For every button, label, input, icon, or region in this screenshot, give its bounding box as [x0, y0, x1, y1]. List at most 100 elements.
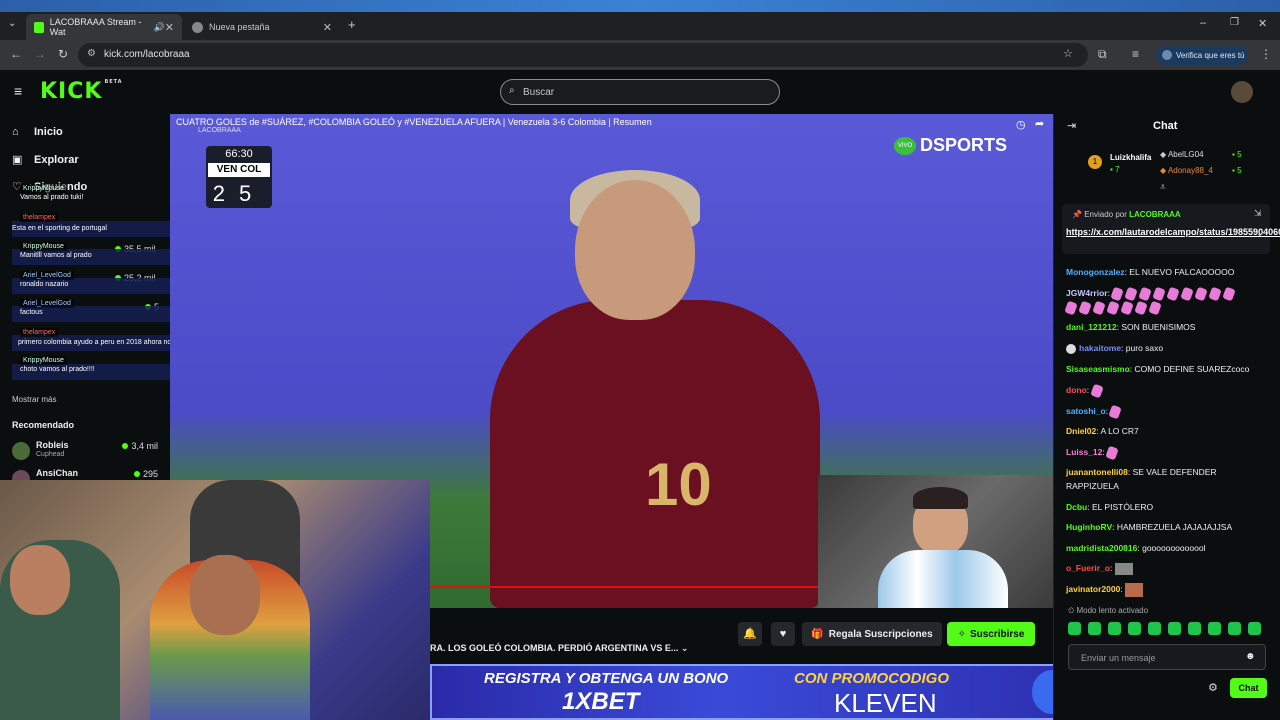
unpin-icon[interactable]: ⇲ — [1254, 208, 1262, 219]
webcam-right — [818, 475, 1053, 608]
pinned-message[interactable]: 📌 Enviado por LACOBRAAA https://x.com/la… — [1062, 204, 1280, 254]
overlay-chat-message: KrippyMouse Vamos al prado tuki! — [20, 184, 84, 201]
chat-message: Sisaseasmismo: COMO DEFINE SUAREZcoco — [1066, 364, 1250, 374]
tab-lacobraaa[interactable]: LACOBRAAA Stream - Wat 🔊 ✕ — [26, 14, 182, 40]
forward-icon[interactable]: → — [34, 47, 46, 61]
sidebar: ⌂Inicio ▣Explorar ♡Siguiendo 35,5 mil 25… — [0, 114, 170, 488]
close-tab-icon[interactable]: ✕ — [323, 21, 332, 34]
share-icon[interactable]: ➦ — [1035, 117, 1044, 130]
sidebar-item-inicio[interactable]: ⌂ Inicio — [12, 126, 63, 138]
chat-message: satoshi_o: — [1066, 404, 1271, 420]
channel-game: Cuphead — [36, 451, 65, 458]
kick-logo[interactable]: KICK BETA — [40, 79, 123, 104]
subscribe-label: Suscribirse — [969, 628, 1025, 640]
address-bar-row: ← → ↻ ⚙ kick.com/lacobraaa ☆ ⧉ ≡ Verific… — [0, 40, 1280, 70]
chevron-down-icon[interactable]: ⌄ — [681, 643, 689, 653]
chat-message: HuginhoRV: HAMBREZUELA JAJAJAJJSA — [1066, 522, 1233, 532]
avatar — [12, 442, 30, 460]
emoji-icon[interactable]: ☻ — [1245, 651, 1256, 662]
overlay-chat-message: thelampex — [20, 328, 59, 338]
chat-message: madridista200816: gooooooooooool — [1066, 543, 1206, 553]
beta-badge: BETA — [104, 79, 123, 85]
gift-subs-button[interactable]: 🎁 Regala Suscripciones — [802, 622, 942, 646]
compass-icon: ▣ — [12, 154, 23, 166]
chat-message: dani_121212: SON BUENISIMOS — [1066, 322, 1196, 332]
browser-menu-icon[interactable]: ⋮ — [1260, 47, 1272, 61]
chat-message: Luiss_12: — [1066, 445, 1271, 461]
home-icon: ⌂ — [12, 126, 19, 138]
gift-label: Regala Suscripciones — [828, 628, 933, 640]
banner-code: KLEVEN — [834, 688, 937, 718]
show-more-link[interactable]: Mostrar más — [12, 395, 56, 404]
recommended-heading: Recomendado — [12, 420, 75, 430]
maximize-button[interactable]: ❐ — [1230, 17, 1239, 28]
chat-message: o_Fuerir_o: — [1066, 561, 1271, 575]
tab-list-icon[interactable]: ⌄ — [8, 18, 16, 29]
bookmark-star-icon[interactable]: ☆ — [1063, 47, 1073, 60]
chat-title: Chat — [1153, 120, 1178, 132]
overlay-chat-message: thelampex — [20, 213, 59, 223]
extensions-icon[interactable]: ⧉ — [1098, 47, 1107, 62]
new-tab-button[interactable]: + — [348, 17, 356, 32]
sidebar-item-explorar[interactable]: ▣ Explorar — [12, 153, 79, 167]
match-time: 66:30 — [225, 148, 253, 160]
close-window-button[interactable]: ✕ — [1258, 17, 1267, 30]
back-icon[interactable]: ← — [10, 47, 22, 61]
leaderboard-third: ◆ Adonay88_4 ▪ 5 — [1160, 166, 1242, 175]
chat-message-input[interactable]: Enviar un mensaje ☻ — [1068, 644, 1266, 670]
video-title: CUATRO GOLES de #SUÁREZ, #COLOMBIA GOLEÓ… — [176, 117, 652, 134]
video-channel: LACOBRAAA — [198, 127, 241, 134]
url-text: kick.com/lacobraaa — [104, 49, 190, 60]
viewer-count: 295 — [133, 469, 158, 479]
nav-label: Inicio — [34, 126, 63, 138]
minimize-button[interactable]: – — [1200, 17, 1206, 29]
video-progress-line — [430, 586, 818, 588]
chat-settings-gear-icon[interactable]: ⚙ — [1208, 681, 1218, 694]
site-info-icon[interactable]: ⚙ — [87, 48, 96, 59]
promo-banner: REGISTRA Y OBTENGA UN BONO 1XBET CON PRO… — [430, 664, 1152, 720]
channel-name: AnsiChan — [36, 468, 79, 478]
send-chat-button[interactable]: Chat — [1230, 678, 1267, 698]
chevron-down-icon[interactable]: ⌄ — [1256, 228, 1264, 239]
overlay-chat-message: Ariel_LevelGod factous — [20, 299, 74, 316]
emote-quick-bar[interactable] — [1068, 622, 1268, 636]
expand-leaderboard-icon[interactable]: ⩡ — [1160, 182, 1166, 193]
chat-message: hakaitome: puro saxo — [1066, 341, 1271, 355]
tab-title: LACOBRAAA Stream - Wat — [49, 17, 142, 37]
search-placeholder: Buscar — [523, 87, 555, 98]
user-avatar[interactable] — [1231, 81, 1253, 103]
search-icon: ⌕ — [509, 85, 515, 96]
chat-message: Dniel02: A LO CR7 — [1066, 426, 1139, 436]
speaker-icon: 🔊 — [153, 21, 165, 32]
verify-button[interactable]: Verifica que eres tú — [1156, 45, 1248, 65]
jersey-number: 10 — [645, 451, 712, 518]
reload-icon[interactable]: ↻ — [58, 47, 68, 61]
profile-icon — [1162, 50, 1172, 60]
stream-title: RA. LOS GOLEÓ COLOMBIA. PERDIÓ ARGENTINA… — [430, 643, 689, 653]
bell-icon: 🔔 — [743, 628, 757, 640]
webcam-left — [0, 480, 430, 720]
chat-header: ⇥ Chat — [1053, 114, 1280, 138]
hamburger-menu-icon[interactable]: ≡ — [14, 83, 22, 99]
scoreboard: 66:30 VEN COL 25 — [206, 146, 272, 208]
collapse-chat-icon[interactable]: ⇥ — [1067, 119, 1076, 132]
media-controls-icon[interactable]: ≡ — [1132, 47, 1139, 61]
overlay-chat-message: Esta en el sporting de portugal — [12, 225, 107, 232]
close-tab-icon[interactable]: ✕ — [165, 21, 174, 34]
subscribe-button[interactable]: ✧ Suscribirse — [947, 622, 1035, 646]
follow-heart-button[interactable]: ♥ — [771, 622, 795, 646]
notification-bell-button[interactable]: 🔔 — [738, 622, 762, 646]
banner-line1: REGISTRA Y OBTENGA UN BONO — [484, 670, 729, 687]
search-input[interactable]: ⌕ Buscar — [500, 79, 780, 105]
sidebar-channel-robleis[interactable]: Robleis Cuphead 3,4 mil — [12, 440, 162, 462]
tab-nueva[interactable]: Nueva pestaña ✕ — [184, 14, 340, 40]
kick-header: ≡ KICK BETA ⌕ Buscar — [0, 70, 1280, 114]
clock-icon[interactable]: ◷ — [1016, 118, 1026, 131]
chat-message: javinator2000: — [1066, 582, 1271, 597]
omnibox[interactable]: ⚙ kick.com/lacobraaa ☆ — [78, 43, 1088, 67]
kick-favicon-icon — [34, 21, 44, 33]
pinned-link[interactable]: https://x.com/lautarodelcampo/status/198… — [1066, 226, 1280, 238]
tab-title: Nueva pestaña — [209, 22, 270, 32]
heart-icon: ♥ — [779, 628, 787, 640]
overlay-chat-message: Ariel_LevelGod ronaldo nazario — [20, 271, 74, 288]
